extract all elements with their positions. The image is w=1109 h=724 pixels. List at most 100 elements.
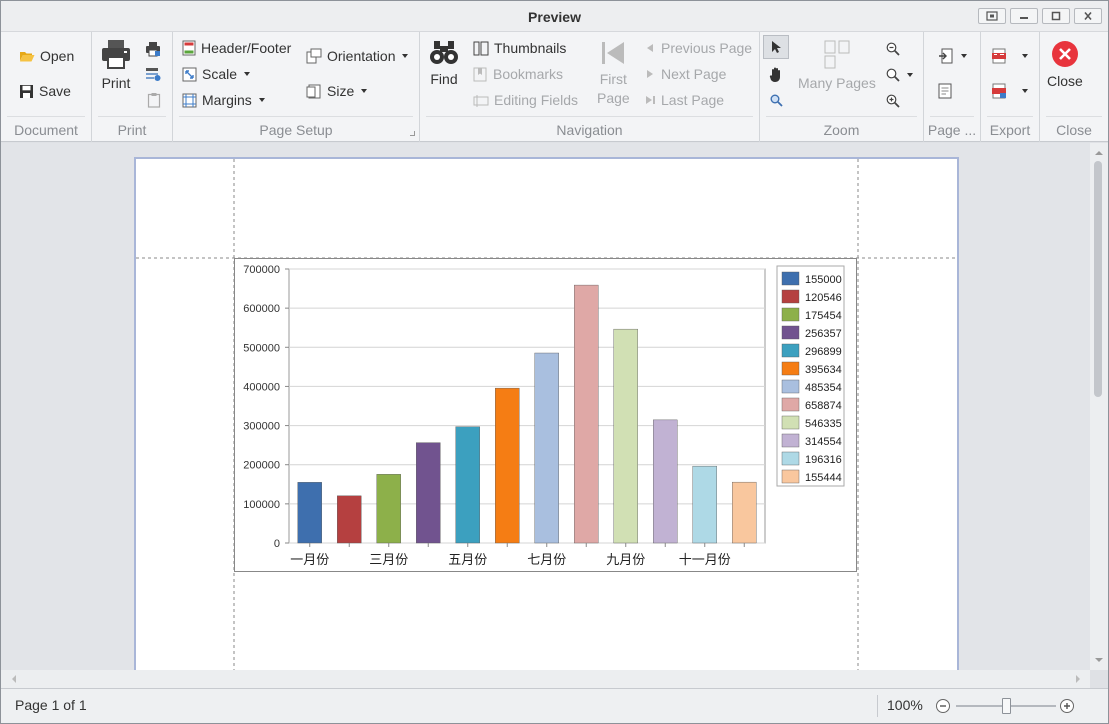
window-title: Preview [528,9,581,25]
group-label-print: Print [117,122,147,138]
vertical-scroll-thumb[interactable] [1094,161,1102,397]
zoom-in-icon [886,94,900,108]
find-button[interactable]: Find [429,40,459,89]
legend-swatch [781,469,800,484]
y-tick-label: 700000 [243,264,280,276]
page-color-button[interactable] [938,48,967,64]
zoom-out-circle-icon[interactable] [935,698,951,714]
header-footer-icon [182,40,196,56]
zoom-slider[interactable] [956,698,1056,714]
magnifier-tool-button[interactable] [770,94,783,107]
legend-swatch [781,361,800,376]
orientation-button[interactable]: Orientation [306,48,409,64]
print-button[interactable]: Print [100,38,132,93]
bar [574,284,599,544]
zoom-button[interactable] [886,68,913,82]
next-page-label: Next Page [661,66,727,82]
save-button[interactable]: Save [19,83,71,99]
header-footer-button[interactable]: Header/Footer [182,40,291,56]
bar [732,481,757,544]
fullscreen-button[interactable] [978,8,1006,24]
thumbnails-button[interactable]: Thumbnails [473,40,566,56]
bar [337,495,362,544]
send-button[interactable] [991,83,1028,99]
close-window-button[interactable] [1074,8,1102,24]
first-page-icon [602,42,625,64]
next-page-button[interactable]: Next Page [644,66,726,82]
scroll-left-arrow-icon[interactable] [7,670,21,688]
size-button[interactable]: Size [306,83,368,99]
close-preview-button[interactable]: Close [1047,40,1083,91]
document-viewer[interactable]: 0 100000 200000 300000 400000 500000 600000 700… [1,143,1090,670]
minimize-button[interactable] [1010,8,1038,24]
zoom-caret [907,73,913,77]
find-label: Find [430,71,458,87]
send-pdf-icon [992,83,1006,99]
x-tick-label: 三月份 [369,553,408,568]
status-bar: Page 1 of 1 100% [1,688,1108,723]
vertical-scrollbar[interactable] [1090,143,1108,670]
x-tick-label: 十一月份 [679,553,731,568]
legend-swatch [781,325,800,340]
bar [613,328,638,544]
group-label-page-setup: Page Setup [259,122,333,138]
horizontal-scrollbar[interactable] [1,670,1090,688]
x-tick-label: 七月份 [527,553,566,568]
scroll-down-arrow-icon[interactable] [1090,653,1108,667]
scroll-right-arrow-icon[interactable] [1071,670,1085,688]
legend-label: 120546 [805,292,842,304]
zoom-slider-thumb[interactable] [1001,698,1011,714]
print-options-button[interactable] [145,66,161,82]
quick-print-button[interactable] [145,41,161,57]
export-button[interactable] [991,48,1028,64]
previous-page-button[interactable]: Previous Page [644,40,752,56]
thumbnails-label: Thumbnails [494,40,567,56]
binoculars-icon [430,41,458,64]
open-button[interactable]: Open [19,48,74,64]
print-options-icon [146,68,161,81]
orientation-caret [402,54,409,58]
hand-tool-button[interactable] [768,66,785,83]
parameters-button[interactable] [147,92,161,108]
folder-open-icon [20,52,35,62]
orientation-label: Orientation [327,48,396,64]
last-page-button[interactable]: Last Page [644,92,724,108]
close-preview-label: Close [1047,73,1083,89]
legend-swatch [781,397,800,412]
legend-label: 546335 [805,418,842,430]
watermark-button[interactable] [938,83,952,99]
group-label-page-background: Page ... [927,122,977,138]
maximize-button[interactable] [1042,8,1070,24]
zoom-percent[interactable]: 100% [887,697,923,713]
zoom-icon [886,68,900,82]
editing-fields-button[interactable]: Editing Fields [473,92,578,108]
page-setup-dialog-launcher[interactable] [410,131,415,136]
orientation-icon [306,48,322,64]
zoom-out-button[interactable] [886,42,900,56]
zoom-in-circle-icon[interactable] [1059,698,1075,714]
close-icon [1084,11,1092,21]
save-icon [20,84,33,98]
last-page-icon [646,96,655,104]
first-page-button[interactable]: First Page [597,40,630,108]
export-pdf-icon [992,48,1006,64]
bar [653,419,678,544]
scroll-up-arrow-icon[interactable] [1090,146,1108,160]
pointer-tool-button[interactable] [763,35,789,59]
group-page-background: Page ... [924,32,981,142]
zoom-in-button[interactable] [886,94,900,108]
bar [416,442,441,544]
y-tick-label: 0 [274,538,280,550]
margins-button[interactable]: Margins [182,92,265,108]
y-tick-label: 100000 [243,499,280,511]
bar [376,474,401,544]
bookmarks-button[interactable]: Bookmarks [473,66,563,82]
scale-button[interactable]: Scale [182,66,251,82]
x-tick-label: 九月份 [606,553,645,568]
group-document: Open Save Document [1,32,92,142]
y-tick-label: 500000 [243,342,280,354]
many-pages-button[interactable]: Many Pages [798,40,876,93]
x-tick-label: 五月份 [448,553,487,568]
legend-label: 175454 [805,310,842,322]
legend-label: 256357 [805,328,842,340]
